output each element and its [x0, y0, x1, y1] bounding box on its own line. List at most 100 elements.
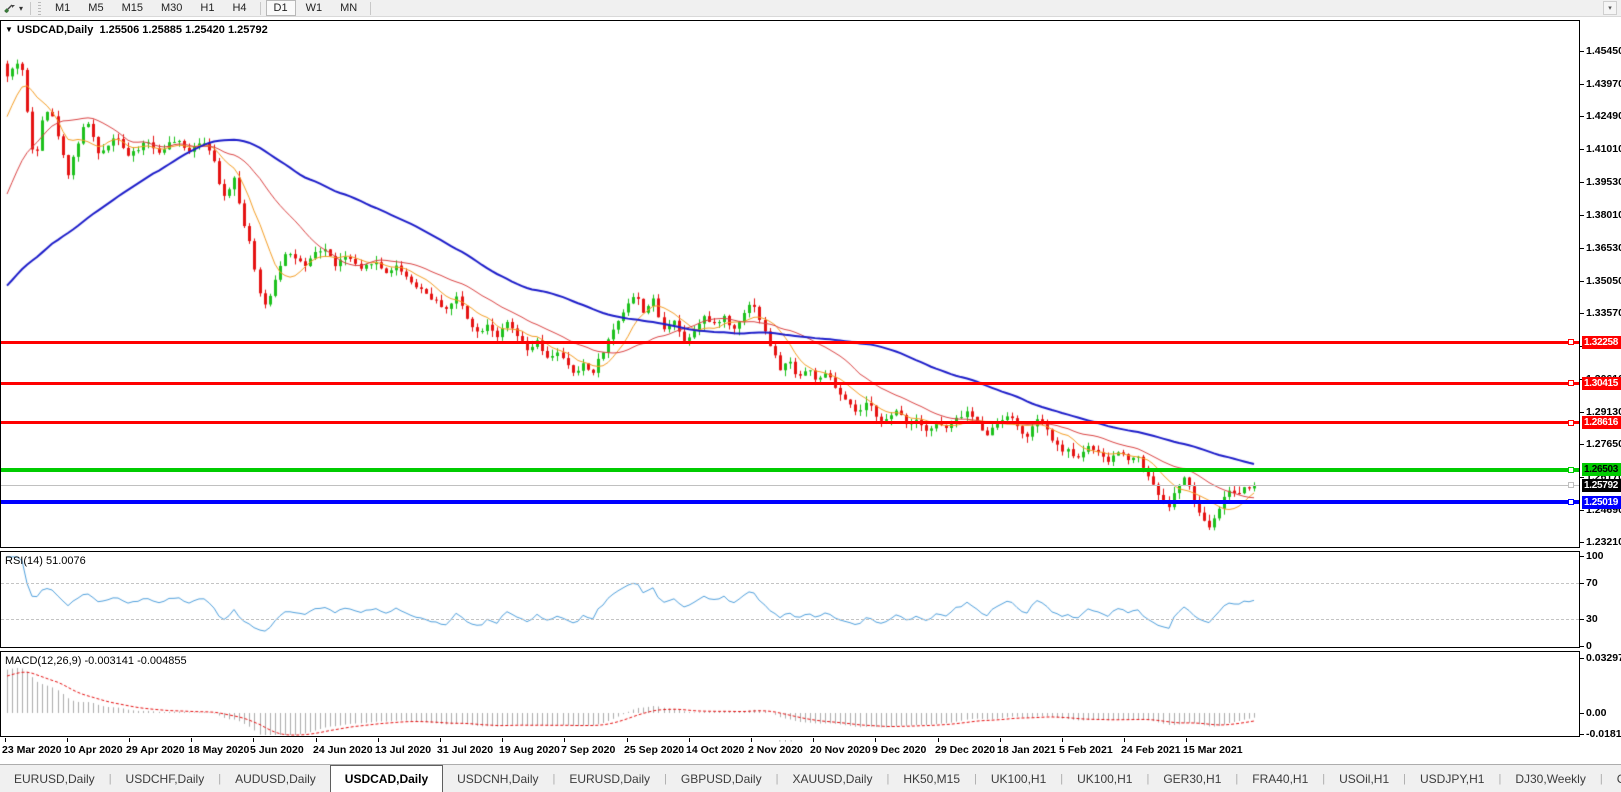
timeframe-button-h4[interactable]: H4 [224, 0, 254, 16]
tab-hk50-m15[interactable]: HK50,M15 [889, 765, 974, 792]
date-axis-tick [627, 738, 628, 742]
horizontal-line-1.30415[interactable] [1, 382, 1579, 385]
tab-audusd-daily[interactable]: AUDUSD,Daily [221, 765, 330, 792]
tab-eurusd-daily[interactable]: EURUSD,Daily [555, 765, 664, 792]
tab-usoil-h1[interactable]: USOil,H1 [1325, 765, 1403, 792]
top-toolbar: ▾ M1M5M15M30H1H4 D1W1MN ▾ [0, 0, 1621, 17]
date-axis-tick [5, 738, 6, 742]
macd-axis-tick [1580, 658, 1584, 659]
tab-china300-h1[interactable]: CHINA300,H1 [1603, 765, 1621, 792]
toolbar-overflow-button[interactable]: ▾ [1603, 1, 1617, 15]
tab-usdjpy-h1[interactable]: USDJPY,H1 [1406, 765, 1498, 792]
price-axis-tick [1580, 51, 1584, 52]
date-axis-tick [751, 738, 752, 742]
date-axis-label: 14 Oct 2020 [686, 744, 744, 756]
date-axis-label: 19 Aug 2020 [499, 744, 560, 756]
rsi-panel: RSI(14) 51.0076 [0, 551, 1580, 648]
date-axis-label: 5 Feb 2021 [1059, 744, 1113, 756]
price-axis-label: 1.35050 [1586, 275, 1621, 287]
date-axis-label: 18 Jan 2021 [997, 744, 1056, 756]
horizontal-line-1.25019[interactable] [1, 500, 1579, 504]
date-axis-label: 24 Jun 2020 [313, 744, 373, 756]
price-axis-tick [1580, 281, 1584, 282]
macd-canvas[interactable] [1, 652, 1579, 736]
price-axis-label: 1.23210 [1586, 536, 1621, 548]
date-axis-label: 5 Jun 2020 [250, 744, 304, 756]
toolbar-grip-handle[interactable] [37, 2, 42, 15]
tab-gbpusd-daily[interactable]: GBPUSD,Daily [667, 765, 776, 792]
toolbar-separator [260, 2, 261, 15]
date-axis-tick [689, 738, 690, 742]
date-axis-tick [1000, 738, 1001, 742]
price-line-badge: 1.25019 [1582, 496, 1621, 509]
price-axis-tick [1580, 477, 1584, 478]
ohlc-high: 1.25885 [142, 24, 182, 36]
macd-axis-tick [1580, 713, 1584, 714]
price-line-badge: 1.30415 [1582, 377, 1621, 390]
macd-axis-label: -0.018154 [1586, 728, 1621, 740]
date-axis-tick [1062, 738, 1063, 742]
tab-usdchf-daily[interactable]: USDCHF,Daily [112, 765, 219, 792]
date-axis-tick [440, 738, 441, 742]
date-axis-label: 15 Mar 2021 [1183, 744, 1243, 756]
date-axis-tick [378, 738, 379, 742]
tab-uk100-h1[interactable]: UK100,H1 [1063, 765, 1146, 792]
tab-ger30-h1[interactable]: GER30,H1 [1149, 765, 1235, 792]
horizontal-line-1.26503[interactable] [1, 468, 1579, 472]
timeframe-button-m1[interactable]: M1 [47, 0, 78, 16]
horizontal-line-1.28616[interactable] [1, 421, 1579, 424]
chart-objects-dropdown-icon[interactable]: ▼ [5, 25, 13, 34]
line-handle[interactable] [1568, 420, 1574, 426]
crosshair-tool-button[interactable]: ▾ [0, 2, 26, 14]
line-handle[interactable] [1568, 380, 1574, 386]
panel-splitter-handle[interactable]: ··· [778, 735, 795, 747]
macd-label: MACD(12,26,9) -0.003141 -0.004855 [5, 655, 187, 667]
timeframe-button-mn[interactable]: MN [332, 0, 365, 16]
chart-title: ▼USDCAD,Daily 1.25506 1.25885 1.25420 1.… [5, 24, 268, 36]
cursor-tool-caret-icon[interactable]: ▾ [19, 4, 23, 13]
tab-usdcad-daily[interactable]: USDCAD,Daily [330, 765, 443, 792]
rsi-axis-label: 100 [1586, 550, 1604, 562]
date-axis-label: 10 Apr 2020 [64, 744, 123, 756]
tab-eurusd-daily[interactable]: EURUSD,Daily [0, 765, 109, 792]
price-axis-tick [1580, 182, 1584, 183]
timeframe-button-m30[interactable]: M30 [153, 0, 190, 16]
macd-axis-tick [1580, 734, 1584, 735]
horizontal-line-1.32258[interactable] [1, 341, 1579, 344]
price-axis-tick [1580, 412, 1584, 413]
timeframe-button-m15[interactable]: M15 [114, 0, 151, 16]
toolbar-separator [30, 2, 31, 15]
date-axis-label: 25 Sep 2020 [624, 744, 684, 756]
line-handle[interactable] [1568, 499, 1574, 505]
price-axis-label: 1.27650 [1586, 438, 1621, 450]
rsi-axis-tick [1580, 646, 1584, 647]
price-chart-panel: ▼USDCAD,Daily 1.25506 1.25885 1.25420 1.… [0, 20, 1580, 548]
current-price-line[interactable] [1, 485, 1579, 486]
date-axis-label: 31 Jul 2020 [437, 744, 493, 756]
tab-fra40-h1[interactable]: FRA40,H1 [1238, 765, 1322, 792]
chart-symbol-label: USDCAD,Daily [17, 24, 93, 36]
date-axis-label: 29 Dec 2020 [935, 744, 995, 756]
timeframe-button-w1[interactable]: W1 [298, 0, 331, 16]
tab-usdcnh-daily[interactable]: USDCNH,Daily [443, 765, 552, 792]
price-axis-label: 1.38010 [1586, 209, 1621, 221]
date-axis-label: 9 Dec 2020 [872, 744, 926, 756]
price-axis-tick [1580, 116, 1584, 117]
chart-cursor-icon [3, 2, 16, 14]
rsi-canvas[interactable] [1, 552, 1579, 647]
date-axis-tick [1124, 738, 1125, 742]
date-axis-label: 29 Apr 2020 [126, 744, 185, 756]
timeframe-button-h1[interactable]: H1 [192, 0, 222, 16]
tab-dj30-weekly[interactable]: DJ30,Weekly [1501, 765, 1599, 792]
tab-uk100-h1[interactable]: UK100,H1 [977, 765, 1060, 792]
timeframe-button-m5[interactable]: M5 [80, 0, 111, 16]
price-axis-tick [1580, 248, 1584, 249]
price-axis-tick [1580, 444, 1584, 445]
line-handle[interactable] [1568, 339, 1574, 345]
tab-xauusd-daily[interactable]: XAUUSD,Daily [778, 765, 886, 792]
timeframe-button-d1[interactable]: D1 [266, 0, 296, 16]
line-handle[interactable] [1568, 467, 1574, 473]
price-axis-label: 1.39530 [1586, 176, 1621, 188]
date-axis-label: 7 Sep 2020 [561, 744, 615, 756]
line-handle[interactable] [1568, 482, 1574, 488]
